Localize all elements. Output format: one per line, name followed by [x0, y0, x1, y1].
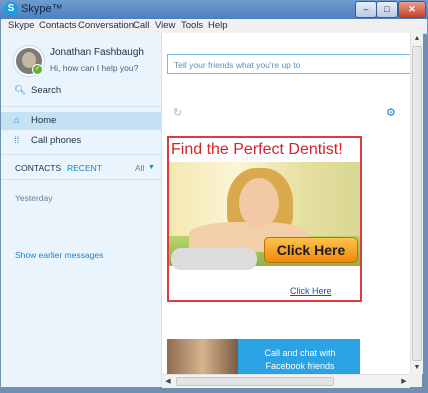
sidebar-item-call-phones[interactable]: ⁞⁞ Call phones [1, 132, 161, 150]
facebook-promo-line1: Call and chat with [264, 348, 336, 358]
vertical-scrollbar[interactable]: ▲ ▼ [410, 33, 423, 374]
menu-conversation[interactable]: Conversation [78, 20, 134, 31]
menu-call[interactable]: Call [133, 20, 149, 31]
divider [1, 106, 161, 107]
online-status-icon[interactable]: ✓ [32, 64, 43, 75]
ad-face-shape [239, 178, 279, 228]
gear-icon[interactable]: ⚙ [386, 106, 396, 119]
ad-click-here-link[interactable]: Click Here [290, 286, 332, 296]
profile-mood[interactable]: Hi, how can I help you? [50, 63, 138, 73]
maximize-button[interactable]: □ [376, 1, 398, 18]
scroll-down-icon[interactable]: ▼ [411, 362, 423, 374]
refresh-icon[interactable]: ↻ [173, 106, 182, 119]
divider [1, 154, 161, 155]
skype-window: S Skype™ – □ ✕ Skype Contacts Conversati… [0, 0, 428, 393]
divider [1, 179, 161, 180]
menu-bar: Skype Contacts Conversation Call View To… [1, 19, 427, 34]
mood-input[interactable]: Tell your friends what you're up to [167, 54, 410, 74]
menu-skype[interactable]: Skype [8, 20, 34, 31]
filter-all[interactable]: All [135, 163, 144, 173]
close-button[interactable]: ✕ [398, 1, 426, 18]
recent-section-yesterday: Yesterday [15, 193, 53, 203]
scroll-left-icon[interactable]: ◀ [162, 375, 174, 388]
menu-tools[interactable]: Tools [181, 20, 203, 31]
tab-recent[interactable]: RECENT [67, 163, 102, 173]
scrollbar-corner [410, 374, 422, 387]
vertical-scroll-thumb[interactable] [412, 46, 422, 361]
title-bar[interactable]: S Skype™ – □ ✕ [0, 0, 428, 19]
ad-click-here-button[interactable]: Click Here [264, 237, 358, 263]
profile-name[interactable]: Jonathan Fashbaugh [50, 47, 144, 58]
dialpad-icon: ⁞⁞ [14, 135, 20, 146]
tab-contacts[interactable]: CONTACTS [15, 163, 61, 173]
search-icon: 🔍︎ [14, 85, 27, 96]
client-area: ✓ Jonathan Fashbaugh Hi, how can I help … [1, 33, 423, 388]
window-title: Skype™ [21, 3, 63, 15]
sidebar: ✓ Jonathan Fashbaugh Hi, how can I help … [1, 33, 162, 387]
facebook-promo-text: Call and chat with Facebook friends [242, 347, 358, 373]
dentist-ad-banner[interactable]: Find the Perfect Dentist! Click Here Cli… [167, 136, 362, 302]
skype-logo-icon: S [4, 2, 18, 16]
search-item[interactable]: 🔍︎ Search [1, 82, 161, 100]
menu-contacts[interactable]: Contacts [39, 20, 77, 31]
scroll-up-icon[interactable]: ▲ [411, 33, 423, 45]
horizontal-scroll-thumb[interactable] [176, 377, 334, 386]
facebook-promo-line2: Facebook friends [265, 361, 335, 371]
chevron-down-icon[interactable]: ▼ [148, 164, 155, 171]
ad-blurred-graphic [171, 248, 257, 270]
call-phones-label: Call phones [31, 135, 82, 146]
ad-headline: Find the Perfect Dentist! [171, 141, 343, 158]
home-label: Home [31, 115, 57, 126]
scroll-right-icon[interactable]: ▶ [398, 375, 410, 388]
home-icon: ⌂ [14, 115, 20, 126]
show-earlier-messages-link[interactable]: Show earlier messages [15, 250, 103, 260]
menu-help[interactable]: Help [208, 20, 228, 31]
search-label: Search [31, 85, 62, 96]
minimize-button[interactable]: – [355, 1, 377, 18]
main-panel: Tell your friends what you're up to ↻ ⚙ … [162, 33, 410, 387]
horizontal-scrollbar[interactable]: ◀ ▶ [162, 374, 410, 388]
menu-view[interactable]: View [155, 20, 175, 31]
sidebar-item-home[interactable]: ⌂ Home [1, 112, 161, 130]
